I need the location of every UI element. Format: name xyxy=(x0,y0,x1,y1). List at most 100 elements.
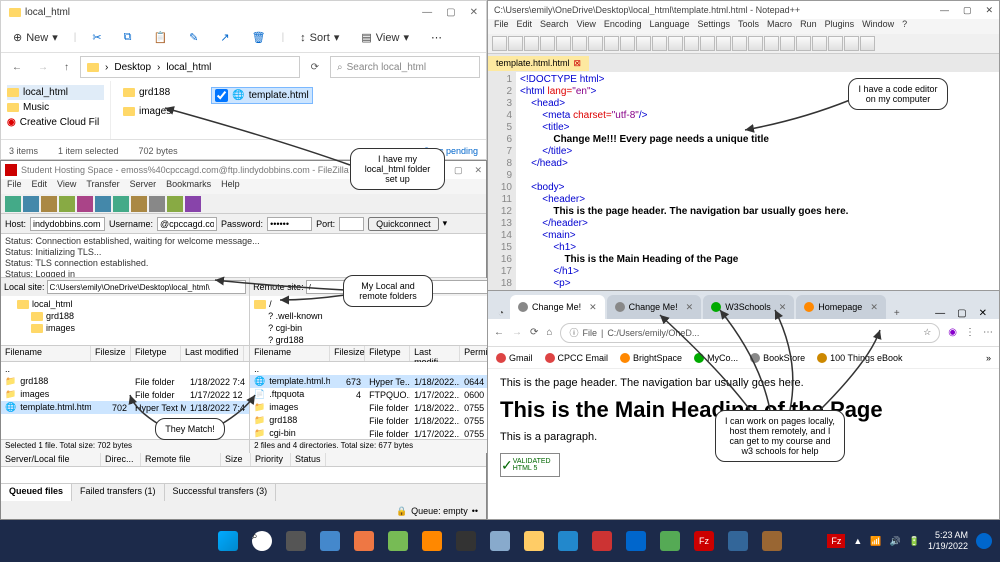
tb-icon[interactable] xyxy=(167,196,183,212)
tb-icon[interactable] xyxy=(668,36,683,51)
tb-icon[interactable] xyxy=(684,36,699,51)
menu-help[interactable]: ? xyxy=(902,19,907,34)
tb-icon[interactable] xyxy=(41,196,57,212)
tray-icon[interactable]: ▲ xyxy=(853,536,862,546)
bookmark-cpcc[interactable]: CPCC Email xyxy=(545,353,609,363)
pass-input[interactable] xyxy=(267,217,312,231)
sort-button[interactable]: ↕ Sort ▾ xyxy=(294,28,345,47)
tb-icon[interactable] xyxy=(588,36,603,51)
ext-icon[interactable]: ◉ xyxy=(948,327,957,338)
breadcrumb[interactable]: › Desktop › local_html xyxy=(80,56,300,78)
browser-tab-4[interactable]: Homepage✕ xyxy=(796,295,886,319)
tab-failed[interactable]: Failed transfers (1) xyxy=(72,484,165,501)
tb-icon[interactable] xyxy=(113,196,129,212)
tb-icon[interactable] xyxy=(796,36,811,51)
tb-icon[interactable] xyxy=(700,36,715,51)
tb-icon[interactable] xyxy=(860,36,875,51)
rename-icon[interactable]: ✎ xyxy=(183,28,204,47)
tb-icon[interactable] xyxy=(748,36,763,51)
quickconnect-dropdown-icon[interactable]: ▾ xyxy=(443,218,448,229)
fz-local-tree[interactable]: local_html grd188 images xyxy=(1,296,249,346)
history-icon[interactable]: ◔ xyxy=(492,308,510,319)
tb-icon[interactable] xyxy=(652,36,667,51)
tb-icon[interactable] xyxy=(764,36,779,51)
tab-template[interactable]: template.html.html⊠ xyxy=(488,56,589,71)
refresh-icon[interactable]: ⟳ xyxy=(530,327,538,338)
tab-close-icon[interactable]: ✕ xyxy=(779,302,787,313)
close-icon[interactable]: ✕ xyxy=(474,165,482,176)
tb-icon[interactable] xyxy=(131,196,147,212)
menu-tools[interactable]: Tools xyxy=(738,19,759,34)
menu-server[interactable]: Server xyxy=(130,179,157,194)
tb-icon[interactable] xyxy=(23,196,39,212)
up-icon[interactable]: ↑ xyxy=(59,60,74,75)
maximize-icon[interactable]: ▢ xyxy=(446,7,455,18)
start-button[interactable] xyxy=(213,526,243,556)
forward-icon[interactable]: → xyxy=(512,327,522,338)
tb-icon[interactable] xyxy=(716,36,731,51)
menu-help[interactable]: Help xyxy=(221,179,240,194)
tb-icon[interactable] xyxy=(620,36,635,51)
local-site-input[interactable] xyxy=(47,280,247,294)
app-icon[interactable] xyxy=(349,526,379,556)
menu-icon[interactable]: ⋯ xyxy=(983,327,993,338)
menu-search[interactable]: Search xyxy=(540,19,569,34)
tb-icon[interactable] xyxy=(185,196,201,212)
bookmarks-overflow-icon[interactable]: » xyxy=(986,353,991,363)
tb-icon[interactable] xyxy=(604,36,619,51)
bookmark-brightspace[interactable]: BrightSpace xyxy=(620,353,682,363)
tb-icon[interactable] xyxy=(149,196,165,212)
minimize-icon[interactable]: — xyxy=(935,308,945,319)
port-input[interactable] xyxy=(339,217,364,231)
search-input[interactable]: ⌕ Search local_html xyxy=(330,56,480,78)
menu-view[interactable]: View xyxy=(577,19,596,34)
tb-icon[interactable] xyxy=(540,36,555,51)
back-icon[interactable]: ← xyxy=(494,327,504,338)
tab-queued[interactable]: Queued files xyxy=(1,484,72,501)
share-icon[interactable]: ↗ xyxy=(214,28,235,47)
sidebar-item-cc[interactable]: ◉Creative Cloud Fil xyxy=(7,115,104,130)
battery-icon[interactable]: 🔋 xyxy=(909,536,920,547)
view-button[interactable]: ▤ View ▾ xyxy=(355,28,415,47)
cut-icon[interactable]: ✂ xyxy=(86,28,107,47)
more-icon[interactable]: ⋯ xyxy=(425,28,448,47)
new-tab-icon[interactable]: + xyxy=(888,308,906,319)
menu-settings[interactable]: Settings xyxy=(698,19,731,34)
sidebar-item-music[interactable]: Music xyxy=(7,100,104,115)
refresh-icon[interactable]: ⟳ xyxy=(306,60,324,75)
tb-icon[interactable] xyxy=(524,36,539,51)
home-icon[interactable]: ⌂ xyxy=(546,327,552,338)
menu-file[interactable]: File xyxy=(494,19,509,34)
tab-close-icon[interactable]: ✕ xyxy=(589,302,597,313)
close-icon[interactable]: ✕ xyxy=(470,7,478,18)
paste-icon[interactable]: 📋 xyxy=(147,28,173,47)
host-input[interactable] xyxy=(30,217,105,231)
folder-grd188[interactable]: grd188 xyxy=(123,87,171,98)
browser-tab-3[interactable]: W3Schools✕ xyxy=(703,295,794,319)
menu-edit[interactable]: Edit xyxy=(32,179,48,194)
app-icon[interactable] xyxy=(383,526,413,556)
tray-icon[interactable]: Fz xyxy=(827,534,845,548)
delete-icon[interactable]: 🗑 xyxy=(246,28,272,47)
app-icon[interactable] xyxy=(553,526,583,556)
app-icon[interactable] xyxy=(587,526,617,556)
tb-icon[interactable] xyxy=(844,36,859,51)
bookmark-bookstore[interactable]: BookStore xyxy=(750,353,805,363)
tb-icon[interactable] xyxy=(572,36,587,51)
app-icon[interactable] xyxy=(723,526,753,556)
wifi-icon[interactable]: 📶 xyxy=(870,536,881,547)
tab-close-icon[interactable]: ✕ xyxy=(870,302,878,313)
app-icon[interactable] xyxy=(451,526,481,556)
menu-encoding[interactable]: Encoding xyxy=(604,19,642,34)
maximize-icon[interactable]: ▢ xyxy=(454,165,463,176)
menu-bookmarks[interactable]: Bookmarks xyxy=(166,179,211,194)
clock[interactable]: 5:23 AM1/19/2022 xyxy=(928,530,968,552)
bookmark-gmail[interactable]: Gmail xyxy=(496,353,533,363)
explorer-icon[interactable] xyxy=(519,526,549,556)
fz-remote-list[interactable]: .. 🌐template.html.ht...673Hyper Te...1/1… xyxy=(250,362,502,439)
app-icon[interactable] xyxy=(655,526,685,556)
menu-file[interactable]: File xyxy=(7,179,22,194)
tab-close-icon[interactable]: ⊠ xyxy=(574,58,582,69)
browser-tab-2[interactable]: Change Me!✕ xyxy=(607,295,702,319)
file-checkbox[interactable] xyxy=(215,89,228,102)
